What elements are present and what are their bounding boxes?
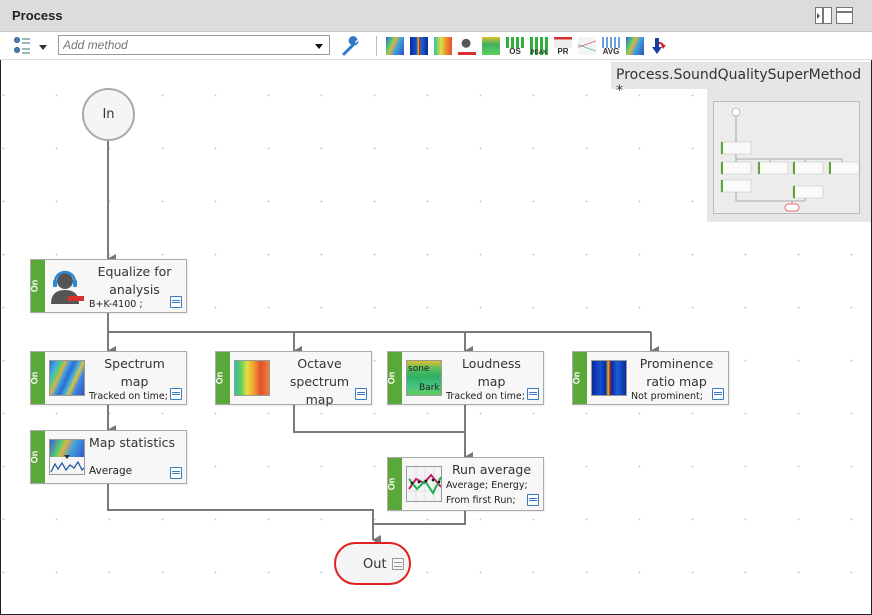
node-title: Loudness map bbox=[462, 356, 521, 389]
save-icon[interactable] bbox=[170, 467, 182, 479]
save-icon[interactable] bbox=[170, 296, 182, 308]
prominence-ratio-map-icon[interactable] bbox=[410, 37, 428, 55]
node-detail: Average bbox=[89, 465, 133, 477]
status-toggle[interactable]: On bbox=[386, 458, 402, 510]
save-icon[interactable] bbox=[527, 388, 539, 400]
spectrum-map-icon bbox=[49, 360, 85, 396]
node-detail-2: From first Run; bbox=[446, 495, 516, 506]
octave-spectrum-map-icon[interactable] bbox=[434, 37, 452, 55]
prominence-ratio-icon[interactable]: PR bbox=[554, 37, 572, 56]
toolbar: OS PEAK PR AVG bbox=[0, 32, 872, 60]
save-icon[interactable] bbox=[170, 388, 182, 400]
average-spectrum-icon[interactable]: AVG bbox=[602, 37, 620, 56]
status-toggle[interactable]: On bbox=[29, 260, 45, 312]
map-statistics-icon bbox=[49, 439, 85, 475]
document-title: Process.SoundQualitySuperMethod * bbox=[611, 62, 871, 99]
toolbar-icon-label: AVG bbox=[602, 47, 620, 56]
prominence-map-icon bbox=[591, 360, 627, 396]
toolbar-icon-label: PR bbox=[557, 47, 569, 56]
layout-dropdown-caret-icon[interactable] bbox=[39, 45, 47, 50]
status-toggle[interactable]: On bbox=[386, 352, 402, 404]
node-title: Map statistics bbox=[89, 435, 176, 450]
equalize-headphone-icon[interactable] bbox=[458, 37, 476, 55]
input-node[interactable]: In bbox=[82, 88, 135, 141]
wrench-icon[interactable] bbox=[340, 36, 362, 56]
node-loudness-map[interactable]: On sone Bark Loudness map Tracked on time… bbox=[386, 351, 544, 405]
save-icon[interactable] bbox=[527, 494, 539, 506]
toolbar-icon-label: OS bbox=[509, 47, 521, 56]
spectrum-map-icon[interactable] bbox=[626, 37, 644, 55]
minimap-viewport[interactable] bbox=[713, 101, 860, 214]
node-run-average[interactable]: On Run average Average; Energy; From fir… bbox=[386, 457, 544, 511]
spectrum-map-stats-icon[interactable] bbox=[386, 37, 404, 55]
node-detail: Average; Energy; bbox=[446, 480, 528, 491]
node-title: Spectrum map bbox=[104, 356, 165, 389]
status-toggle[interactable]: On bbox=[214, 352, 230, 404]
run-average-icon[interactable] bbox=[578, 37, 596, 55]
toolbar-icon-label: PEAK bbox=[530, 50, 548, 56]
node-map-statistics[interactable]: On Map statistics Average bbox=[29, 430, 187, 484]
headphone-person-icon bbox=[51, 270, 84, 304]
node-octave-spectrum-map[interactable]: On Octave spectrum map bbox=[214, 351, 372, 407]
toolbar-separator bbox=[376, 36, 377, 56]
status-toggle[interactable]: On bbox=[29, 431, 45, 483]
loudness-map-icon: sone Bark bbox=[406, 360, 442, 396]
node-title: Prominence ratio map bbox=[639, 356, 714, 389]
peak-spectrum-icon[interactable]: PEAK bbox=[530, 37, 548, 56]
overall-spectrum-icon[interactable]: OS bbox=[506, 37, 524, 56]
node-equalize[interactable]: On Equalize for analysis B+K-4100 ; bbox=[29, 259, 187, 313]
save-icon[interactable] bbox=[392, 558, 404, 570]
add-method-input[interactable] bbox=[58, 35, 330, 55]
title-bar: Process bbox=[0, 0, 872, 32]
save-icon[interactable] bbox=[712, 388, 724, 400]
loudness-map-icon[interactable] bbox=[482, 37, 500, 55]
node-title: Equalize for analysis bbox=[97, 264, 172, 297]
node-title: Run average bbox=[451, 462, 532, 477]
run-average-icon bbox=[406, 466, 442, 502]
layout-options-icon[interactable] bbox=[14, 36, 34, 56]
save-icon[interactable] bbox=[355, 388, 367, 400]
split-view-button[interactable] bbox=[815, 7, 832, 24]
minimap[interactable] bbox=[707, 89, 871, 222]
node-detail: B+K-4100 ; bbox=[89, 299, 143, 310]
export-arrow-icon[interactable] bbox=[650, 37, 668, 55]
node-detail: Tracked on time; bbox=[89, 391, 168, 402]
node-title: Octave spectrum map bbox=[289, 356, 350, 407]
status-toggle[interactable]: On bbox=[571, 352, 587, 404]
status-toggle[interactable]: On bbox=[29, 352, 45, 404]
node-spectrum-map[interactable]: On Spectrum map Tracked on time; bbox=[29, 351, 187, 405]
output-label: Out bbox=[363, 557, 387, 572]
output-node[interactable]: Out bbox=[334, 542, 411, 585]
window-title: Process bbox=[12, 8, 63, 23]
node-prominence-ratio-map[interactable]: On Prominence ratio map Not prominent; bbox=[571, 351, 729, 405]
node-detail: Not prominent; bbox=[631, 391, 703, 402]
add-method-dropdown-icon[interactable] bbox=[315, 44, 323, 49]
maximize-button[interactable] bbox=[836, 7, 853, 24]
node-detail: Tracked on time; bbox=[446, 391, 525, 402]
octave-map-icon bbox=[234, 360, 270, 396]
